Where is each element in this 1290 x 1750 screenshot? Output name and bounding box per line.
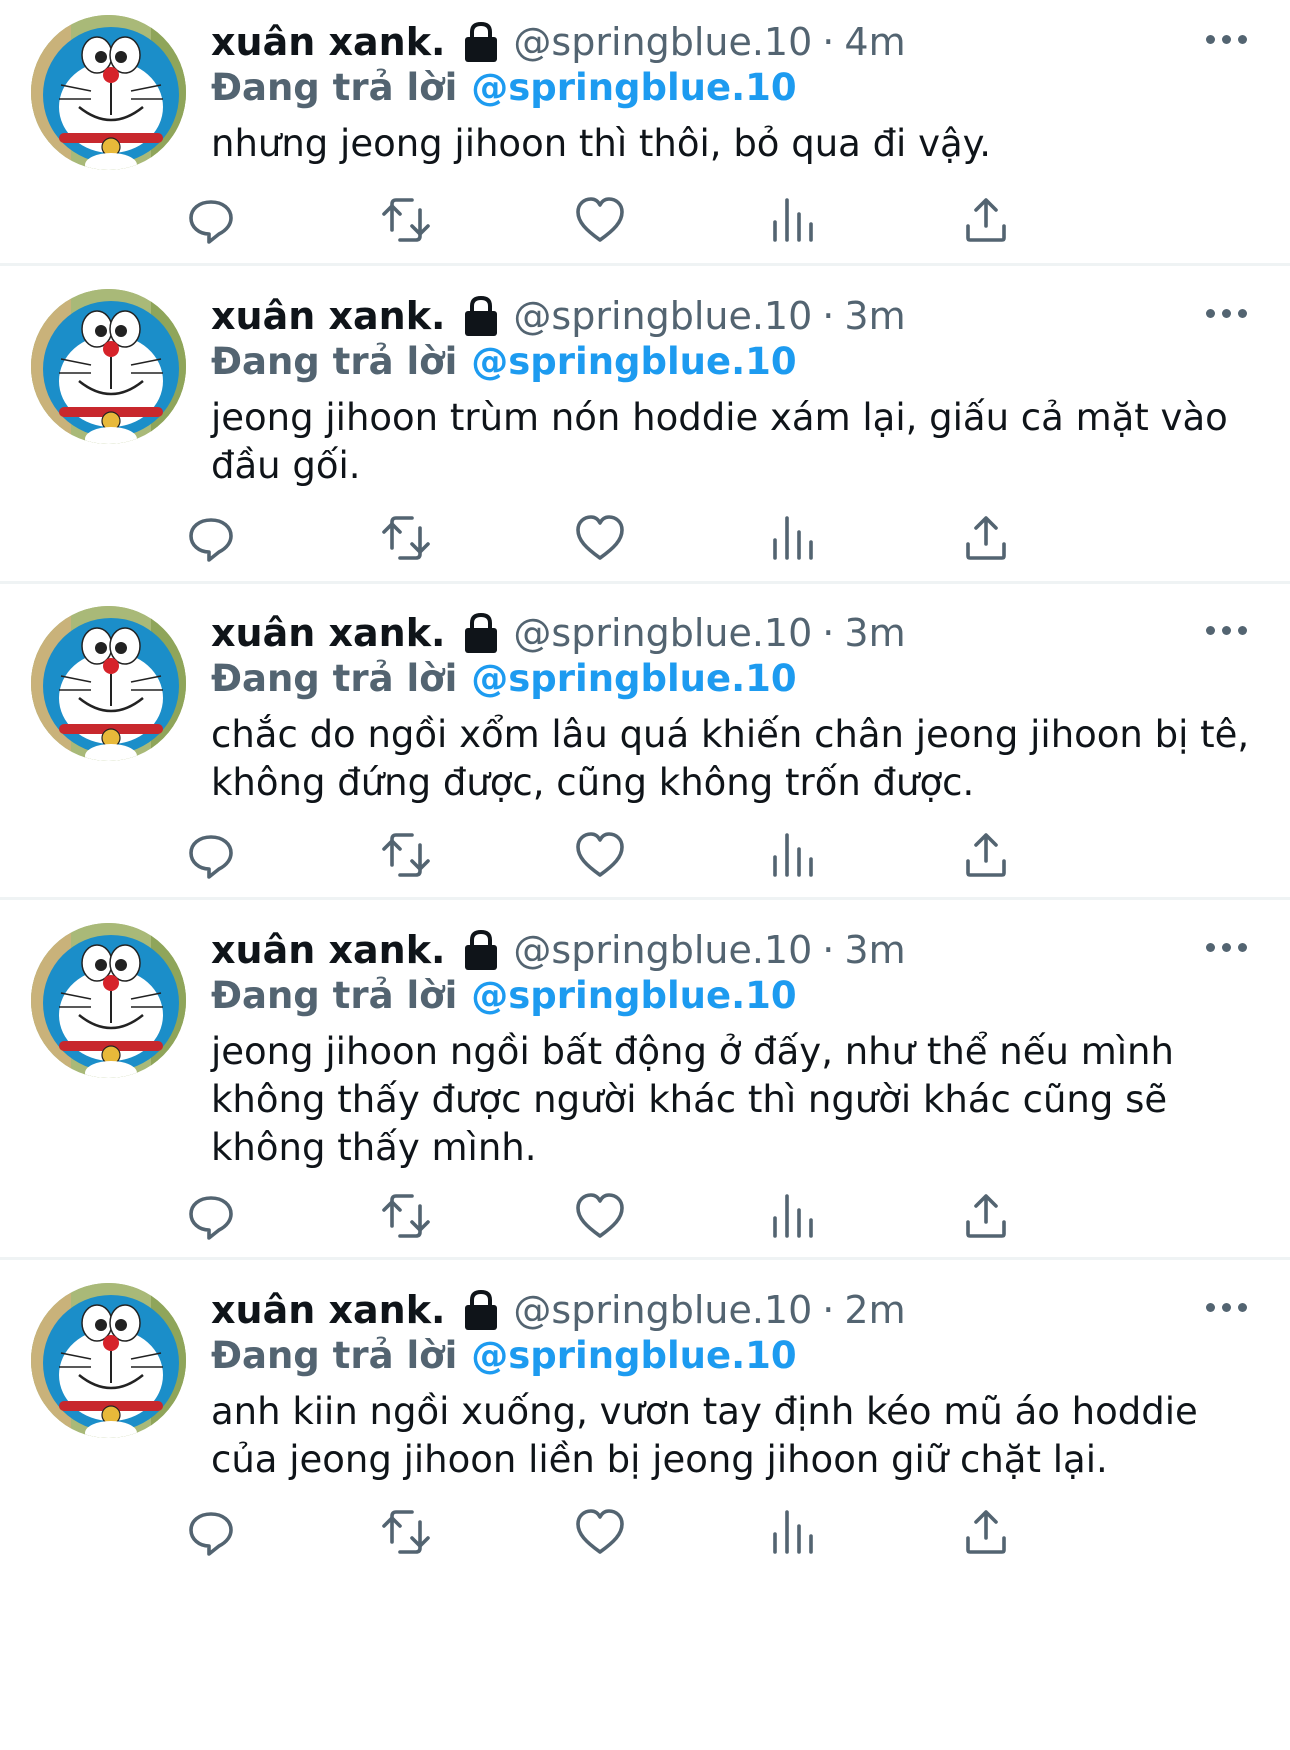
more-icon[interactable] — [1206, 31, 1250, 47]
tweet-time[interactable]: 3m — [844, 294, 905, 338]
like-icon[interactable] — [572, 827, 628, 883]
tweet-header: xuân xank. @springblue.10 · 3m — [211, 925, 1290, 975]
avatar[interactable] — [31, 1283, 186, 1438]
tweet-time[interactable]: 3m — [844, 611, 905, 655]
like-icon[interactable] — [572, 192, 628, 248]
avatar[interactable] — [31, 289, 186, 444]
tweet-time[interactable]: 4m — [844, 20, 905, 64]
replying-to-label: Đang trả lời — [211, 656, 458, 700]
more-icon[interactable] — [1206, 939, 1250, 955]
separator-dot: · — [822, 611, 835, 655]
avatar[interactable] — [31, 606, 186, 761]
avatar[interactable] — [31, 15, 186, 170]
tweet-item[interactable]: xuân xank. @springblue.10 · 3m Đang trả lời @… — [0, 584, 1290, 900]
display-name[interactable]: xuân xank. — [211, 611, 445, 655]
user-handle[interactable]: @springblue.10 — [513, 928, 812, 972]
tweet-header: xuân xank. @springblue.10 · 4m — [211, 17, 1290, 67]
replying-to-link[interactable]: @springblue.10 — [471, 340, 796, 383]
more-icon[interactable] — [1206, 622, 1250, 638]
display-name[interactable]: xuân xank. — [211, 20, 445, 64]
views-icon[interactable] — [765, 1504, 821, 1560]
tweet-item[interactable]: xuân xank. @springblue.10 · 3m Đang trả lời @… — [0, 900, 1290, 1260]
share-icon[interactable] — [958, 510, 1014, 566]
tweet-time[interactable]: 2m — [844, 1288, 905, 1332]
reply-context: Đang trả lời @springblue.10 — [211, 62, 797, 112]
reply-icon[interactable] — [183, 510, 239, 566]
display-name[interactable]: xuân xank. — [211, 1288, 445, 1332]
like-icon[interactable] — [572, 1504, 628, 1560]
reply-context: Đang trả lời @springblue.10 — [211, 336, 797, 386]
share-icon[interactable] — [958, 192, 1014, 248]
tweet-text: jeong jihoon trùm nón hoddie xám lại, gi… — [211, 396, 1228, 487]
retweet-icon[interactable] — [378, 192, 434, 248]
lock-icon — [461, 611, 501, 655]
separator-dot: · — [822, 294, 835, 338]
retweet-icon[interactable] — [378, 827, 434, 883]
share-icon[interactable] — [958, 1504, 1014, 1560]
retweet-icon[interactable] — [378, 1188, 434, 1244]
replying-to-link[interactable]: @springblue.10 — [471, 1334, 796, 1377]
user-handle[interactable]: @springblue.10 — [513, 294, 812, 338]
tweet-item[interactable]: xuân xank. @springblue.10 · 2m Đang trả lời @… — [0, 1260, 1290, 1750]
tweet-item[interactable]: xuân xank. @springblue.10 · 3m Đang trả lời @… — [0, 266, 1290, 584]
views-icon[interactable] — [765, 1188, 821, 1244]
user-handle[interactable]: @springblue.10 — [513, 611, 812, 655]
display-name[interactable]: xuân xank. — [211, 294, 445, 338]
user-handle[interactable]: @springblue.10 — [513, 20, 812, 64]
avatar[interactable] — [31, 923, 186, 1078]
tweet-text: anh kiin ngồi xuống, vươn tay định kéo m… — [211, 1390, 1198, 1481]
views-icon[interactable] — [765, 510, 821, 566]
tweet-text: nhưng jeong jihoon thì thôi, bỏ qua đi v… — [211, 122, 992, 165]
replying-to-label: Đang trả lời — [211, 339, 458, 383]
reply-context: Đang trả lời @springblue.10 — [211, 653, 797, 703]
reply-icon[interactable] — [183, 1188, 239, 1244]
reply-context: Đang trả lời @springblue.10 — [211, 1330, 797, 1380]
reply-icon[interactable] — [183, 192, 239, 248]
more-icon[interactable] — [1206, 305, 1250, 321]
like-icon[interactable] — [572, 1188, 628, 1244]
replying-to-link[interactable]: @springblue.10 — [471, 66, 796, 109]
separator-dot: · — [822, 928, 835, 972]
share-icon[interactable] — [958, 827, 1014, 883]
share-icon[interactable] — [958, 1188, 1014, 1244]
lock-icon — [461, 20, 501, 64]
tweet-text: chắc do ngồi xổm lâu quá khiến chân jeon… — [211, 713, 1250, 804]
views-icon[interactable] — [765, 192, 821, 248]
display-name[interactable]: xuân xank. — [211, 928, 445, 972]
replying-to-label: Đang trả lời — [211, 973, 458, 1017]
replying-to-link[interactable]: @springblue.10 — [471, 974, 796, 1017]
separator-dot: · — [822, 20, 835, 64]
replying-to-label: Đang trả lời — [211, 1333, 458, 1377]
retweet-icon[interactable] — [378, 510, 434, 566]
tweet-header: xuân xank. @springblue.10 · 3m — [211, 291, 1290, 341]
reply-icon[interactable] — [183, 1504, 239, 1560]
lock-icon — [461, 294, 501, 338]
tweet-header: xuân xank. @springblue.10 · 3m — [211, 608, 1290, 658]
tweet-text: jeong jihoon ngồi bất động ở đấy, như th… — [211, 1030, 1174, 1169]
replying-to-label: Đang trả lời — [211, 65, 458, 109]
retweet-icon[interactable] — [378, 1504, 434, 1560]
separator-dot: · — [822, 1288, 835, 1332]
user-handle[interactable]: @springblue.10 — [513, 1288, 812, 1332]
tweet-item[interactable]: xuân xank. @springblue.10 · 4m Đang trả lời @… — [0, 0, 1290, 266]
lock-icon — [461, 928, 501, 972]
replying-to-link[interactable]: @springblue.10 — [471, 657, 796, 700]
reply-context: Đang trả lời @springblue.10 — [211, 970, 797, 1020]
reply-icon[interactable] — [183, 827, 239, 883]
like-icon[interactable] — [572, 510, 628, 566]
tweet-header: xuân xank. @springblue.10 · 2m — [211, 1285, 1290, 1335]
more-icon[interactable] — [1206, 1299, 1250, 1315]
views-icon[interactable] — [765, 827, 821, 883]
tweet-time[interactable]: 3m — [844, 928, 905, 972]
lock-icon — [461, 1288, 501, 1332]
